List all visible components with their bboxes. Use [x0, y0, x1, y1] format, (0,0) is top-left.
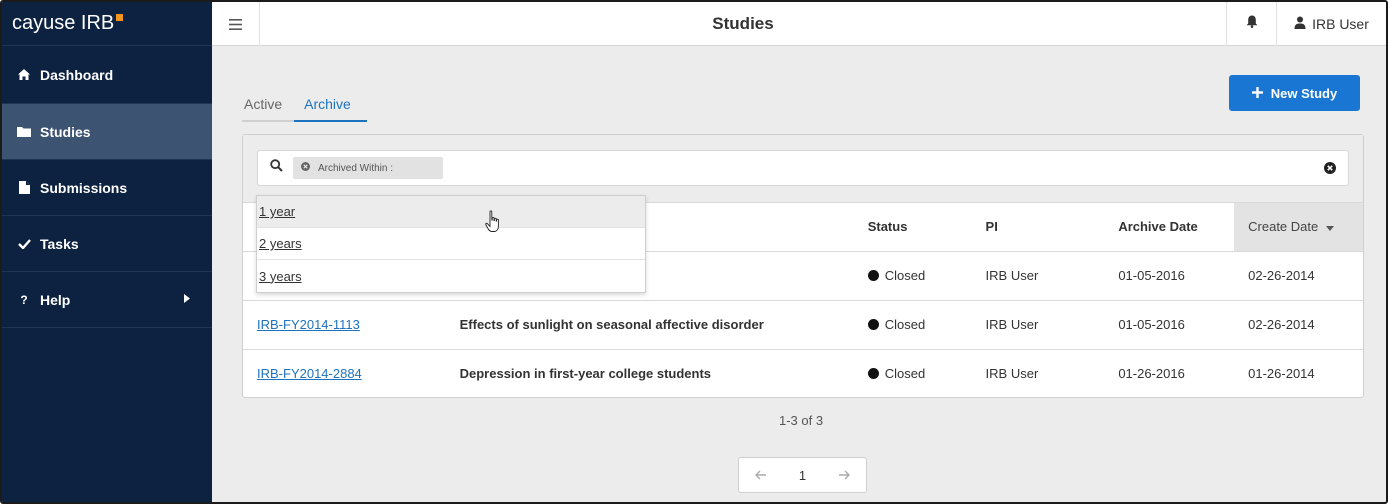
sort-down-icon	[1325, 219, 1334, 234]
status-dot-icon	[867, 270, 879, 281]
column-header-create-date[interactable]: Create Date	[1234, 203, 1363, 252]
caret-right-icon	[184, 293, 190, 306]
archive-date-cell: 01-05-2016	[1104, 251, 1235, 301]
create-date-cell: 01-26-2014	[1248, 366, 1315, 382]
study-id-cell: IRB-FY2014-2884	[243, 349, 446, 398]
sidebar: cayuse IRB Dashboard Studies Submissions…	[2, 2, 212, 502]
bell-icon	[1246, 15, 1258, 33]
page-number[interactable]: 1	[799, 468, 806, 483]
search-icon	[270, 159, 283, 177]
page-title: Studies	[712, 14, 774, 33]
status-text: Closed	[884, 268, 926, 283]
sidebar-item-label: Tasks	[40, 235, 79, 252]
study-tabs: Active Archive	[242, 90, 367, 122]
sidebar-item-submissions[interactable]: Submissions	[2, 160, 212, 216]
archived-within-dropdown: 1 year 2 years 3 years	[256, 195, 646, 293]
user-icon	[1294, 16, 1306, 32]
question-icon: ?	[20, 292, 28, 307]
brand-dot	[116, 14, 124, 21]
new-study-label: New Study	[1270, 85, 1338, 101]
sidebar-item-label: Studies	[40, 123, 91, 140]
hamburger-icon	[229, 14, 242, 35]
arrow-left-icon[interactable]	[754, 467, 767, 483]
tab-archive[interactable]: Archive	[294, 90, 367, 122]
clear-search-icon[interactable]	[1324, 161, 1336, 179]
status-cell: Closed	[854, 349, 972, 398]
app-window: cayuse IRB Dashboard Studies Submissions…	[0, 0, 1388, 504]
menu-toggle-button[interactable]	[212, 2, 260, 46]
status-dot-icon	[867, 319, 879, 330]
user-name: IRB User	[1312, 16, 1369, 32]
archive-date-cell: 01-26-2016	[1118, 366, 1185, 382]
status-cell: Closed	[853, 300, 972, 350]
arrow-right-icon[interactable]	[838, 467, 851, 483]
new-study-button[interactable]: New Study	[1229, 75, 1360, 111]
status-text: Closed	[884, 317, 926, 332]
create-date-cell: 02-26-2014	[1234, 300, 1363, 350]
sidebar-item-label: Submissions	[40, 179, 128, 196]
status-dot-icon	[867, 368, 879, 380]
notifications-button[interactable]	[1226, 2, 1276, 46]
study-id-link[interactable]: IRB-FY2014-2884	[257, 366, 362, 381]
status-cell: Closed	[853, 251, 972, 301]
tab-active[interactable]: Active	[242, 90, 295, 122]
home-icon	[16, 69, 32, 80]
sidebar-item-help[interactable]: ? Help	[2, 272, 212, 328]
brand-name: cayuse IRB	[12, 12, 115, 34]
filter-chip[interactable]: Archived Within :	[293, 157, 443, 179]
sidebar-item-label: Dashboard	[40, 66, 114, 83]
study-title: Effects of sunlight on seasonal affectiv…	[445, 300, 854, 350]
pagination: 1	[738, 457, 867, 493]
archive-date-cell: 01-05-2016	[1104, 300, 1235, 350]
sidebar-item-studies[interactable]: Studies	[2, 104, 212, 160]
create-date-cell: 02-26-2014	[1234, 251, 1363, 301]
file-icon	[16, 181, 32, 194]
column-header-status[interactable]: Status	[853, 203, 972, 252]
column-header-archive-date[interactable]: Archive Date	[1104, 203, 1235, 252]
plus-icon	[1251, 86, 1263, 101]
dropdown-option-1-year[interactable]: 1 year	[257, 196, 645, 228]
study-id-link[interactable]: IRB-FY2014-1113	[257, 317, 360, 332]
filter-chip-label: Archived Within :	[318, 162, 394, 174]
pi-cell: IRB User	[971, 251, 1105, 301]
sidebar-item-tasks[interactable]: Tasks	[2, 216, 212, 272]
search-area: Archived Within :	[243, 135, 1363, 203]
column-header-label: Create Date	[1248, 219, 1319, 235]
top-bar: Studies IRB User	[212, 2, 1386, 46]
folder-icon	[16, 126, 32, 137]
hand-cursor-icon	[485, 210, 503, 239]
remove-filter-icon[interactable]	[301, 162, 310, 174]
sidebar-item-label: Help	[40, 291, 71, 308]
user-menu[interactable]: IRB User	[1276, 2, 1386, 46]
dropdown-option-2-years[interactable]: 2 years	[257, 228, 645, 260]
study-id-cell: IRB-FY2014-1113	[243, 300, 446, 350]
search-input[interactable]: Archived Within :	[257, 150, 1349, 186]
column-header-pi[interactable]: PI	[971, 203, 1105, 252]
check-icon	[16, 238, 32, 249]
pi-cell: IRB User	[985, 366, 1039, 382]
pagination-summary: 1-3 of 3	[779, 413, 824, 428]
sidebar-item-dashboard[interactable]: Dashboard	[2, 46, 212, 104]
dropdown-option-3-years[interactable]: 3 years	[257, 260, 645, 292]
brand-logo[interactable]: cayuse IRB	[2, 2, 212, 46]
table-row[interactable]: IRB-FY2014-1113 Effects of sunlight on s…	[243, 300, 1363, 350]
study-title: Depression in first-year college student…	[459, 366, 712, 382]
status-text: Closed	[884, 366, 926, 382]
pi-cell: IRB User	[971, 300, 1105, 350]
table-row[interactable]: IRB-FY2014-2884 Depression in first-year…	[243, 349, 1363, 398]
